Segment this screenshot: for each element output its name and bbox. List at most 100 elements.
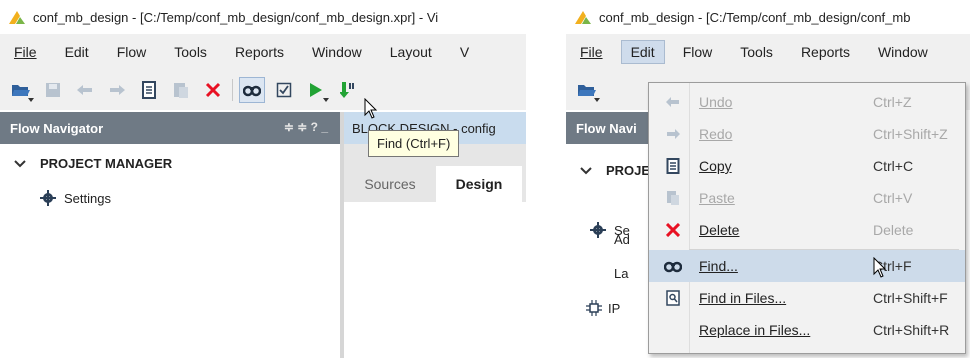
edit-menu-dropdown: Undo Ctrl+Z Redo Ctrl+Shift+Z Copy Ctrl+… [648, 82, 966, 354]
menu-item-find-in-files[interactable]: Find in Files... Ctrl+Shift+F [649, 282, 965, 314]
menu-item-replace-in-files[interactable]: Replace in Files... Ctrl+Shift+R [649, 314, 965, 346]
menu-file[interactable]: File [4, 40, 47, 64]
find-tooltip: Find (Ctrl+F) [368, 130, 460, 157]
menu-layout[interactable]: Layout [380, 40, 442, 64]
tree-item-language-templates[interactable]: La [614, 266, 628, 281]
vivado-logo-icon [575, 11, 591, 24]
menu-item-shortcut: Ctrl+Shift+R [873, 322, 950, 338]
find-button[interactable] [239, 77, 265, 103]
undo-icon [666, 97, 679, 107]
menu-flow[interactable]: Flow [107, 40, 157, 64]
menu-flow[interactable]: Flow [673, 40, 723, 64]
paste-button[interactable] [168, 77, 194, 103]
flow-navigator-title: Flow Navigator [10, 120, 104, 136]
copy-icon [666, 158, 680, 174]
tab-sources[interactable]: Sources [344, 166, 436, 202]
tree-section-label: PROJE [606, 163, 651, 178]
delete-icon [666, 223, 680, 237]
validate-button[interactable] [271, 77, 297, 103]
run-synthesis-icon [340, 82, 354, 98]
menu-item-shortcut: Ctrl+V [873, 190, 913, 206]
chevron-down-icon [14, 159, 26, 167]
flow-navigator-title: Flow Navi [576, 120, 637, 136]
menu-reports[interactable]: Reports [791, 40, 860, 64]
tree-item-label: Settings [64, 190, 111, 206]
save-button[interactable] [40, 77, 66, 103]
tree-item-add-sources[interactable]: Ad [614, 232, 630, 247]
menu-item-paste[interactable]: Paste Ctrl+V [649, 182, 965, 214]
flow-navigator-header: Flow Navigator ≑ ≑ ? _ [0, 112, 340, 144]
menu-item-label: Undo [699, 94, 733, 110]
menu-item-label: Paste [699, 190, 735, 206]
ip-catalog-icon [586, 300, 602, 316]
toolbar-separator [232, 79, 233, 101]
run-icon [310, 83, 322, 97]
tree-section-label: PROJECT MANAGER [40, 156, 173, 171]
copy-icon [142, 81, 156, 99]
tree-item-ip-catalog[interactable]: IP [586, 300, 620, 316]
menu-item-delete[interactable]: Delete Delete [649, 214, 965, 246]
menu-view[interactable]: V [450, 40, 479, 64]
redo-icon [110, 85, 125, 95]
copy-button[interactable] [136, 77, 162, 103]
mouse-cursor-icon [364, 98, 378, 119]
menu-tools[interactable]: Tools [164, 40, 217, 64]
main-toolbar [0, 70, 526, 110]
tree-item-label: La [614, 266, 629, 281]
redo-icon [667, 129, 680, 139]
menu-reports[interactable]: Reports [225, 40, 294, 64]
tree-item-label: Ad [614, 232, 630, 247]
tree-item-label: IP [608, 300, 621, 316]
open-project-button[interactable] [574, 77, 600, 103]
window-title: conf_mb_design - [C:/Temp/conf_mb_design… [599, 9, 911, 25]
menu-item-undo[interactable]: Undo Ctrl+Z [649, 86, 965, 118]
menu-item-shortcut: Ctrl+Shift+F [873, 290, 948, 306]
menu-item-find[interactable]: Find... Ctrl+F [649, 250, 965, 282]
delete-button[interactable] [200, 77, 226, 103]
menu-bar: File Edit Flow Tools Reports Window [566, 34, 970, 70]
open-project-button[interactable] [8, 77, 34, 103]
menu-file[interactable]: File [570, 40, 613, 64]
menu-item-label: Redo [699, 126, 733, 142]
undo-button[interactable] [72, 77, 98, 103]
menu-item-redo[interactable]: Redo Ctrl+Shift+Z [649, 118, 965, 150]
menu-edit[interactable]: Edit [620, 40, 665, 64]
tree-project-manager[interactable]: PROJECT MANAGER [14, 156, 172, 171]
panel-controls[interactable]: ≑ ≑ ? _ [284, 120, 328, 134]
menu-item-shortcut: Delete [873, 222, 914, 238]
tab-design[interactable]: Design [436, 166, 522, 202]
redo-button[interactable] [104, 77, 130, 103]
menu-item-copy[interactable]: Copy Ctrl+C [649, 150, 965, 182]
left-window: conf_mb_design - [C:/Temp/conf_mb_design… [0, 0, 526, 358]
menu-tools[interactable]: Tools [730, 40, 783, 64]
menu-item-label: Find... [699, 258, 738, 274]
paste-icon [174, 83, 188, 98]
find-icon [243, 85, 261, 97]
validate-icon [276, 82, 292, 98]
open-project-icon [578, 85, 596, 96]
title-bar: conf_mb_design - [C:/Temp/conf_mb_design… [0, 0, 526, 34]
menu-bar: File Edit Flow Tools Reports Window Layo… [0, 34, 526, 70]
run-synthesis-button[interactable] [335, 77, 361, 103]
menu-edit[interactable]: Edit [55, 40, 99, 64]
undo-icon [77, 85, 92, 95]
menu-item-label: Find in Files... [699, 290, 787, 306]
mouse-cursor-icon [873, 257, 887, 278]
save-icon [46, 83, 60, 97]
menu-item-label: Copy [699, 158, 732, 174]
run-button[interactable] [303, 77, 329, 103]
menu-item-label: Replace in Files... [699, 322, 811, 338]
menu-item-shortcut: Ctrl+C [873, 158, 914, 174]
menu-window[interactable]: Window [302, 40, 372, 64]
chevron-down-icon [580, 166, 592, 174]
title-bar: conf_mb_design - [C:/Temp/conf_mb_design… [566, 0, 970, 34]
menu-item-label: Delete [699, 222, 740, 238]
find-in-files-icon [666, 290, 680, 306]
tree-item-settings[interactable]: Settings [40, 190, 111, 206]
tree-project-manager[interactable]: PROJE [580, 163, 650, 178]
open-project-icon [12, 85, 30, 96]
menu-window[interactable]: Window [868, 40, 938, 64]
menu-item-shortcut: Ctrl+Z [873, 94, 912, 110]
menu-item-shortcut: Ctrl+Shift+Z [873, 126, 948, 142]
window-title: conf_mb_design - [C:/Temp/conf_mb_design… [33, 9, 439, 25]
